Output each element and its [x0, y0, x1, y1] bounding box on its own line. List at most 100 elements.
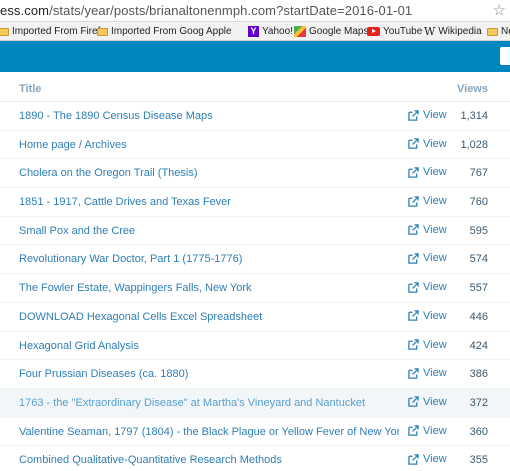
bookmark-folder-ne[interactable]: Ne: [487, 24, 510, 39]
table-row: Revolutionary War Doctor, Part 1 (1775-1…: [0, 245, 510, 275]
views-count: 372: [469, 396, 488, 409]
column-header-views: Views: [457, 83, 488, 95]
table-row: DOWNLOAD Hexagonal Cells Excel Spreadshe…: [0, 303, 510, 332]
view-link[interactable]: View: [408, 224, 447, 236]
external-link-icon: [408, 138, 419, 149]
stats-table: Title Views 1890 - The 1890 Census Disea…: [0, 72, 510, 471]
header-search-box[interactable]: [500, 47, 510, 65]
post-title-link[interactable]: Valentine Seaman, 1797 (1804) - the Blac…: [19, 426, 399, 438]
views-count: 574: [469, 253, 488, 266]
table-row: 1890 - The 1890 Census Disease Maps View…: [0, 102, 510, 131]
view-link[interactable]: View: [408, 109, 447, 121]
post-title-link[interactable]: Revolutionary War Doctor, Part 1 (1775-1…: [19, 253, 242, 265]
address-bar[interactable]: ess.com/stats/year/posts/brianaltonenmph…: [0, 0, 510, 22]
table-row: 1763 - the "Extraordinary Disease" at Ma…: [0, 388, 510, 418]
views-count: 595: [469, 224, 488, 237]
post-title-link[interactable]: 1890 - The 1890 Census Disease Maps: [19, 110, 213, 122]
post-title-link[interactable]: Four Prussian Diseases (ca. 1880): [19, 368, 188, 380]
view-link[interactable]: View: [408, 281, 447, 293]
view-link[interactable]: View: [408, 339, 447, 351]
view-link-label: View: [423, 367, 447, 380]
table-row: Valentine Seaman, 1797 (1804) - the Blac…: [0, 418, 510, 447]
post-title-link[interactable]: 1763 - the "Extraordinary Disease" at Ma…: [19, 397, 365, 409]
views-count: 355: [469, 454, 488, 467]
view-link-label: View: [423, 453, 447, 466]
wikipedia-icon: W: [424, 25, 436, 38]
external-link-icon: [408, 367, 419, 379]
google-maps-icon: [294, 26, 306, 37]
post-title-link[interactable]: 1851 - 1917, Cattle Drives and Texas Fev…: [19, 196, 231, 208]
post-title-link[interactable]: Small Pox and the Cree: [19, 225, 135, 237]
bookmark-imported-firefox[interactable]: Imported From Firefo: [0, 24, 106, 39]
bookmark-star-icon[interactable]: ☆: [493, 1, 506, 19]
external-link-icon: [408, 396, 419, 408]
view-link[interactable]: View: [408, 367, 447, 379]
views-count: 360: [469, 425, 488, 438]
views-count: 557: [469, 282, 488, 295]
table-row: 1851 - 1917, Cattle Drives and Texas Fev…: [0, 188, 510, 217]
bookmark-wikipedia[interactable]: W Wikipedia: [424, 24, 482, 39]
url-host: ess.com: [0, 3, 50, 18]
view-link[interactable]: View: [408, 310, 447, 322]
views-count: 1,028: [460, 138, 488, 151]
post-title-link[interactable]: Home page / Archives: [19, 139, 127, 151]
table-body: 1890 - The 1890 Census Disease Maps View…: [0, 102, 510, 471]
youtube-icon: [367, 27, 380, 36]
table-row: The Fowler Estate, Wappingers Falls, New…: [0, 274, 510, 303]
bookmark-imported-google[interactable]: Imported From Goog: [97, 24, 204, 39]
post-title-link[interactable]: Hexagonal Grid Analysis: [19, 340, 139, 352]
bookmark-yahoo[interactable]: Y Yahoo!: [248, 24, 293, 39]
view-link-label: View: [423, 109, 447, 121]
table-row: Home page / Archives View 1,028: [0, 131, 510, 160]
bookmark-label: Google Maps: [309, 26, 369, 37]
view-link-label: View: [423, 195, 447, 208]
page-header-bar: [0, 41, 510, 72]
table-header: Title Views: [0, 72, 510, 102]
views-count: 386: [469, 368, 488, 381]
external-link-icon: [408, 339, 419, 350]
folder-icon: [0, 27, 9, 36]
view-link-label: View: [423, 338, 447, 351]
url-text[interactable]: ess.com/stats/year/posts/brianaltonenmph…: [0, 3, 412, 18]
bookmark-youtube[interactable]: YouTube: [367, 24, 422, 39]
view-link[interactable]: View: [408, 425, 447, 437]
external-link-icon: [408, 109, 419, 121]
view-link-label: View: [423, 223, 447, 236]
table-row: Combined Qualitative-Quantitative Resear…: [0, 446, 510, 471]
bookmark-label: Imported From Goog: [111, 26, 204, 37]
post-title-link[interactable]: Cholera on the Oregon Trail (Thesis): [19, 167, 198, 179]
external-link-icon: [408, 224, 419, 235]
table-row: Hexagonal Grid Analysis View 424: [0, 332, 510, 361]
view-link-label: View: [423, 395, 447, 408]
view-link[interactable]: View: [408, 252, 447, 264]
table-row: Small Pox and the Cree View 595: [0, 217, 510, 246]
post-title-link[interactable]: The Fowler Estate, Wappingers Falls, New…: [19, 282, 252, 294]
view-link-label: View: [423, 137, 447, 150]
view-link[interactable]: View: [408, 138, 447, 150]
external-link-icon: [408, 281, 419, 293]
views-count: 1,314: [460, 110, 488, 122]
bookmark-apple[interactable]: Apple: [203, 24, 232, 39]
view-link-label: View: [423, 424, 447, 437]
folder-icon: [487, 27, 498, 36]
view-link[interactable]: View: [408, 195, 447, 207]
view-link[interactable]: View: [408, 453, 447, 465]
external-link-icon: [408, 195, 419, 207]
views-count: 424: [469, 339, 488, 352]
bookmark-google-maps[interactable]: Google Maps: [294, 24, 368, 39]
view-link[interactable]: View: [408, 396, 447, 408]
external-link-icon: [408, 454, 419, 465]
view-link[interactable]: View: [408, 166, 447, 178]
external-link-icon: [408, 253, 419, 264]
external-link-icon: [408, 425, 419, 436]
external-link-icon: [408, 310, 419, 322]
url-path: /stats/year/posts/brianaltonenmph.com?st…: [49, 3, 413, 18]
views-count: 760: [469, 196, 488, 209]
post-title-link[interactable]: Combined Qualitative-Quantitative Resear…: [19, 454, 282, 466]
bookmark-label: Imported From Firefo: [12, 26, 106, 37]
table-row: Four Prussian Diseases (ca. 1880) View 3…: [0, 360, 510, 389]
views-count: 446: [469, 310, 488, 323]
view-link-label: View: [423, 166, 447, 179]
post-title-link[interactable]: DOWNLOAD Hexagonal Cells Excel Spreadshe…: [19, 311, 262, 323]
view-link-label: View: [423, 309, 447, 322]
